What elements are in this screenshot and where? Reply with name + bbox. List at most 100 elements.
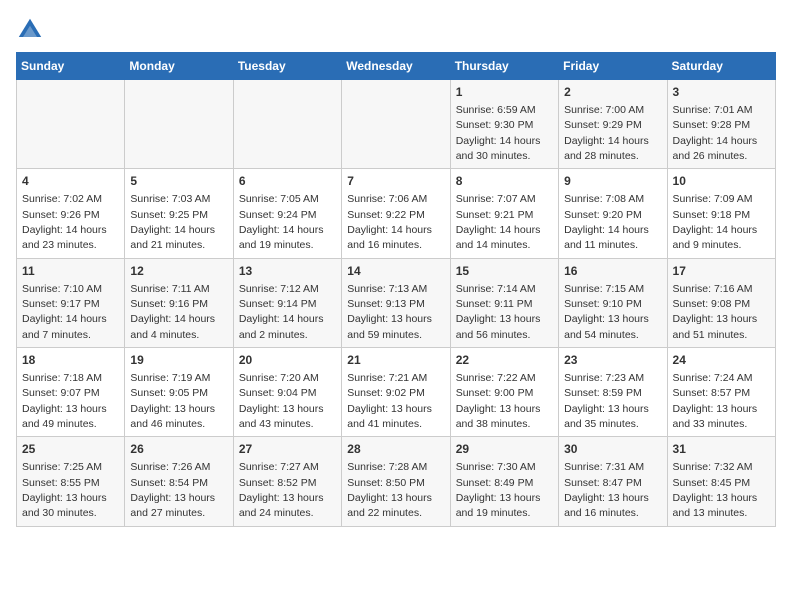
calendar-day-cell: 19 Sunrise: 7:19 AM Sunset: 9:05 PM Dayli… xyxy=(125,348,233,437)
day-info: Sunrise: 7:24 AM Sunset: 8:57 PM Dayligh… xyxy=(673,372,758,430)
calendar-day-cell: 20Sunrise: 7:20 AM Sunset: 9:04 PM Dayli… xyxy=(233,348,341,437)
day-info: Sunrise: 7:28 AM Sunset: 8:50 PM Dayligh… xyxy=(347,461,432,519)
weekday-header-wednesday: Wednesday xyxy=(342,53,450,80)
calendar-day-cell: 21 Sunrise: 7:21 AM Sunset: 9:02 PM Dayli… xyxy=(342,348,450,437)
calendar-table: SundayMondayTuesdayWednesdayThursdayFrid… xyxy=(16,52,776,527)
day-number: 28 xyxy=(347,441,444,458)
day-info: Sunrise: 7:16 AM Sunset: 9:08 PM Dayligh… xyxy=(673,283,758,341)
day-number: 5 xyxy=(130,173,227,190)
calendar-day-cell: 10 Sunrise: 7:09 AM Sunset: 9:18 PM Dayli… xyxy=(667,169,775,258)
day-number: 26 xyxy=(130,441,227,458)
weekday-header-tuesday: Tuesday xyxy=(233,53,341,80)
day-number: 31 xyxy=(673,441,770,458)
day-number: 8 xyxy=(456,173,553,190)
day-number: 2 xyxy=(564,84,661,101)
calendar-day-cell: 3 Sunrise: 7:01 AM Sunset: 9:28 PM Daylig… xyxy=(667,80,775,169)
day-info: Sunrise: 7:02 AM Sunset: 9:26 PM Dayligh… xyxy=(22,193,107,251)
day-info: Sunrise: 7:22 AM Sunset: 9:00 PM Dayligh… xyxy=(456,372,541,430)
calendar-day-cell: 1 Sunrise: 6:59 AM Sunset: 9:30 PM Daylig… xyxy=(450,80,558,169)
day-info: Sunrise: 7:19 AM Sunset: 9:05 PM Dayligh… xyxy=(130,372,215,430)
calendar-week-row: 4 Sunrise: 7:02 AM Sunset: 9:26 PM Daylig… xyxy=(17,169,776,258)
calendar-day-cell: 28 Sunrise: 7:28 AM Sunset: 8:50 PM Dayli… xyxy=(342,437,450,526)
calendar-day-cell: 13 Sunrise: 7:12 AM Sunset: 9:14 PM Dayli… xyxy=(233,258,341,347)
calendar-week-row: 11 Sunrise: 7:10 AM Sunset: 9:17 PM Dayli… xyxy=(17,258,776,347)
day-number: 30 xyxy=(564,441,661,458)
calendar-empty-cell xyxy=(342,80,450,169)
weekday-header-friday: Friday xyxy=(559,53,667,80)
day-info: Sunrise: 7:21 AM Sunset: 9:02 PM Dayligh… xyxy=(347,372,432,430)
day-number: 24 xyxy=(673,352,770,369)
calendar-day-cell: 23 Sunrise: 7:23 AM Sunset: 8:59 PM Dayli… xyxy=(559,348,667,437)
calendar-empty-cell xyxy=(125,80,233,169)
weekday-header-monday: Monday xyxy=(125,53,233,80)
day-info: Sunrise: 7:07 AM Sunset: 9:21 PM Dayligh… xyxy=(456,193,541,251)
day-info: Sunrise: 7:05 AM Sunset: 9:24 PM Dayligh… xyxy=(239,193,324,251)
calendar-day-cell: 22 Sunrise: 7:22 AM Sunset: 9:00 PM Dayli… xyxy=(450,348,558,437)
day-number: 1 xyxy=(456,84,553,101)
calendar-day-cell: 24 Sunrise: 7:24 AM Sunset: 8:57 PM Dayli… xyxy=(667,348,775,437)
calendar-day-cell: 30Sunrise: 7:31 AM Sunset: 8:47 PM Dayli… xyxy=(559,437,667,526)
weekday-header-thursday: Thursday xyxy=(450,53,558,80)
day-info: Sunrise: 7:09 AM Sunset: 9:18 PM Dayligh… xyxy=(673,193,758,251)
day-info: Sunrise: 7:26 AM Sunset: 8:54 PM Dayligh… xyxy=(130,461,215,519)
day-number: 11 xyxy=(22,263,119,280)
calendar-day-cell: 6 Sunrise: 7:05 AM Sunset: 9:24 PM Daylig… xyxy=(233,169,341,258)
day-info: Sunrise: 7:11 AM Sunset: 9:16 PM Dayligh… xyxy=(130,283,215,341)
day-number: 22 xyxy=(456,352,553,369)
day-info: Sunrise: 7:13 AM Sunset: 9:13 PM Dayligh… xyxy=(347,283,432,341)
calendar-week-row: 18Sunrise: 7:18 AM Sunset: 9:07 PM Dayli… xyxy=(17,348,776,437)
logo-icon xyxy=(16,16,44,44)
calendar-day-cell: 27 Sunrise: 7:27 AM Sunset: 8:52 PM Dayli… xyxy=(233,437,341,526)
day-number: 21 xyxy=(347,352,444,369)
day-number: 7 xyxy=(347,173,444,190)
day-number: 19 xyxy=(130,352,227,369)
day-info: Sunrise: 7:00 AM Sunset: 9:29 PM Dayligh… xyxy=(564,104,649,162)
day-info: Sunrise: 7:32 AM Sunset: 8:45 PM Dayligh… xyxy=(673,461,758,519)
day-number: 25 xyxy=(22,441,119,458)
day-number: 10 xyxy=(673,173,770,190)
day-info: Sunrise: 6:59 AM Sunset: 9:30 PM Dayligh… xyxy=(456,104,541,162)
day-number: 6 xyxy=(239,173,336,190)
day-number: 16 xyxy=(564,263,661,280)
weekday-header-row: SundayMondayTuesdayWednesdayThursdayFrid… xyxy=(17,53,776,80)
calendar-day-cell: 18Sunrise: 7:18 AM Sunset: 9:07 PM Dayli… xyxy=(17,348,125,437)
day-info: Sunrise: 7:08 AM Sunset: 9:20 PM Dayligh… xyxy=(564,193,649,251)
day-info: Sunrise: 7:12 AM Sunset: 9:14 PM Dayligh… xyxy=(239,283,324,341)
calendar-day-cell: 31 Sunrise: 7:32 AM Sunset: 8:45 PM Dayli… xyxy=(667,437,775,526)
calendar-day-cell: 26 Sunrise: 7:26 AM Sunset: 8:54 PM Dayli… xyxy=(125,437,233,526)
weekday-header-saturday: Saturday xyxy=(667,53,775,80)
calendar-day-cell: 16 Sunrise: 7:15 AM Sunset: 9:10 PM Dayli… xyxy=(559,258,667,347)
calendar-day-cell: 29Sunrise: 7:30 AM Sunset: 8:49 PM Dayli… xyxy=(450,437,558,526)
day-number: 27 xyxy=(239,441,336,458)
calendar-day-cell: 2 Sunrise: 7:00 AM Sunset: 9:29 PM Daylig… xyxy=(559,80,667,169)
day-number: 15 xyxy=(456,263,553,280)
day-number: 12 xyxy=(130,263,227,280)
day-info: Sunrise: 7:01 AM Sunset: 9:28 PM Dayligh… xyxy=(673,104,758,162)
day-number: 9 xyxy=(564,173,661,190)
calendar-day-cell: 14 Sunrise: 7:13 AM Sunset: 9:13 PM Dayli… xyxy=(342,258,450,347)
day-info: Sunrise: 7:23 AM Sunset: 8:59 PM Dayligh… xyxy=(564,372,649,430)
day-number: 13 xyxy=(239,263,336,280)
calendar-day-cell: 12 Sunrise: 7:11 AM Sunset: 9:16 PM Dayli… xyxy=(125,258,233,347)
calendar-day-cell: 5 Sunrise: 7:03 AM Sunset: 9:25 PM Daylig… xyxy=(125,169,233,258)
calendar-empty-cell xyxy=(233,80,341,169)
day-number: 14 xyxy=(347,263,444,280)
calendar-day-cell: 4 Sunrise: 7:02 AM Sunset: 9:26 PM Daylig… xyxy=(17,169,125,258)
page-header xyxy=(16,16,776,44)
calendar-day-cell: 7Sunrise: 7:06 AM Sunset: 9:22 PM Daylig… xyxy=(342,169,450,258)
calendar-week-row: 1 Sunrise: 6:59 AM Sunset: 9:30 PM Daylig… xyxy=(17,80,776,169)
day-info: Sunrise: 7:15 AM Sunset: 9:10 PM Dayligh… xyxy=(564,283,649,341)
calendar-day-cell: 9 Sunrise: 7:08 AM Sunset: 9:20 PM Daylig… xyxy=(559,169,667,258)
calendar-day-cell: 15 Sunrise: 7:14 AM Sunset: 9:11 PM Dayli… xyxy=(450,258,558,347)
day-info: Sunrise: 7:14 AM Sunset: 9:11 PM Dayligh… xyxy=(456,283,541,341)
calendar-day-cell: 11 Sunrise: 7:10 AM Sunset: 9:17 PM Dayli… xyxy=(17,258,125,347)
day-number: 29 xyxy=(456,441,553,458)
day-info: Sunrise: 7:27 AM Sunset: 8:52 PM Dayligh… xyxy=(239,461,324,519)
calendar-week-row: 25Sunrise: 7:25 AM Sunset: 8:55 PM Dayli… xyxy=(17,437,776,526)
day-number: 3 xyxy=(673,84,770,101)
day-number: 23 xyxy=(564,352,661,369)
day-number: 20 xyxy=(239,352,336,369)
day-info: Sunrise: 7:10 AM Sunset: 9:17 PM Dayligh… xyxy=(22,283,107,341)
day-info: Sunrise: 7:03 AM Sunset: 9:25 PM Dayligh… xyxy=(130,193,215,251)
day-number: 4 xyxy=(22,173,119,190)
